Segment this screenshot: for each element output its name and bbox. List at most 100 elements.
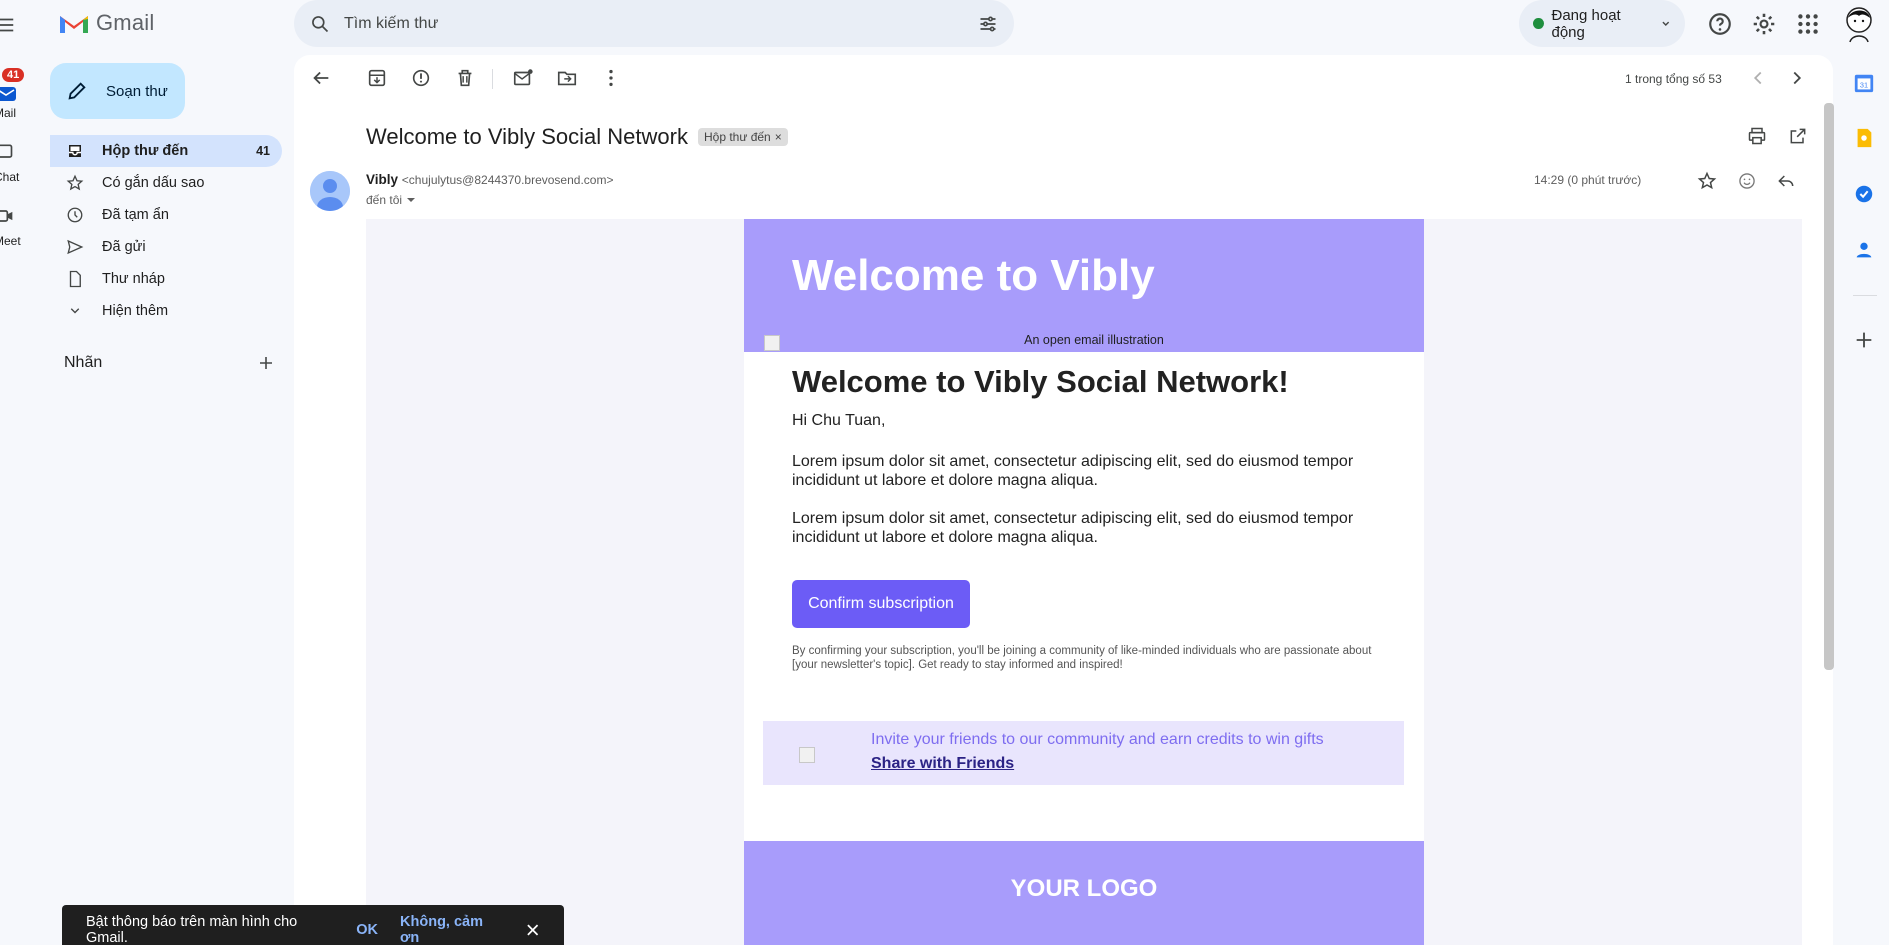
email-heading: Welcome to Vibly Social Network! bbox=[792, 364, 1289, 399]
toolbar-divider bbox=[492, 69, 493, 89]
subject-row: Welcome to Vibly Social Network Hộp thư … bbox=[366, 124, 788, 150]
next-chevron-icon[interactable] bbox=[1786, 67, 1808, 89]
scrollbar-thumb[interactable] bbox=[1824, 103, 1834, 670]
labels-section: Nhãn bbox=[64, 354, 274, 372]
prev-chevron-icon[interactable] bbox=[1747, 67, 1769, 89]
email-footer: YOUR LOGO bbox=[744, 841, 1424, 945]
hero-title: Welcome to Vibly bbox=[792, 251, 1155, 300]
mail-badge: 41 bbox=[2, 68, 25, 82]
sidebar-item-label: Đã gửi bbox=[102, 239, 146, 255]
mail-icon[interactable] bbox=[0, 82, 18, 106]
email-paragraph: Lorem ipsum dolor sit amet, consectetur … bbox=[792, 453, 1354, 489]
calendar-icon[interactable]: 31 bbox=[1853, 72, 1875, 94]
sender-avatar bbox=[310, 171, 350, 211]
sidebar-item-drafts[interactable]: Thư nháp bbox=[50, 263, 282, 295]
sidebar-item-sent[interactable]: Đã gửi bbox=[50, 231, 282, 263]
email-paragraph: Lorem ipsum dolor sit amet, consectetur … bbox=[792, 510, 1354, 546]
star-icon bbox=[66, 174, 84, 191]
sender-name[interactable]: Vibly bbox=[366, 172, 398, 187]
status-selector[interactable]: Đang hoạt động bbox=[1519, 0, 1685, 47]
keep-notes-icon[interactable] bbox=[1853, 127, 1875, 149]
tasks-icon[interactable] bbox=[1853, 183, 1875, 205]
emoji-reaction-icon[interactable] bbox=[1737, 171, 1757, 191]
app-rail: 41 Mail Chat Meet bbox=[0, 0, 38, 945]
email-content: Welcome to Vibly An open email illustrat… bbox=[744, 219, 1424, 945]
clock-icon bbox=[67, 207, 83, 223]
meet-icon[interactable] bbox=[0, 206, 14, 226]
sidebar-item-label: Có gắn dấu sao bbox=[102, 175, 205, 191]
gmail-logo-icon bbox=[60, 16, 88, 33]
sidebar-item-more[interactable]: Hiện thêm bbox=[50, 295, 282, 327]
add-plus-icon[interactable] bbox=[1853, 329, 1875, 351]
chip-close-icon[interactable]: × bbox=[775, 130, 782, 144]
more-vert-icon[interactable] bbox=[600, 67, 622, 89]
gmail-logo[interactable]: Gmail bbox=[58, 10, 154, 36]
chat-icon[interactable] bbox=[0, 142, 14, 162]
report-spam-icon[interactable] bbox=[410, 67, 432, 89]
status-dot-icon bbox=[1533, 18, 1544, 29]
inbox-count: 41 bbox=[256, 144, 270, 158]
compose-label: Soạn thư bbox=[106, 82, 168, 100]
svg-text:31: 31 bbox=[1860, 81, 1868, 90]
search-input[interactable]: Tìm kiếm thư bbox=[344, 15, 978, 33]
close-icon[interactable] bbox=[525, 922, 540, 938]
sidebar-item-label: Hộp thư đến bbox=[102, 143, 189, 159]
print-icon[interactable] bbox=[1747, 126, 1767, 146]
help-icon[interactable] bbox=[1707, 11, 1733, 37]
sidebar-item-snoozed[interactable]: Đã tạm ẩn bbox=[50, 199, 282, 231]
confirm-subscription-button[interactable]: Confirm subscription bbox=[792, 580, 970, 628]
gmail-wordmark: Gmail bbox=[96, 10, 155, 35]
send-icon bbox=[67, 239, 84, 255]
side-panel: 31 bbox=[1845, 0, 1889, 945]
message-time: 14:29 (0 phút trước) bbox=[1534, 173, 1642, 187]
invite-text: Invite your friends to our community and… bbox=[871, 731, 1324, 748]
compose-button[interactable]: Soạn thư bbox=[50, 63, 185, 119]
inbox-icon bbox=[69, 145, 81, 157]
contacts-icon[interactable] bbox=[1853, 239, 1875, 261]
subject-title: Welcome to Vibly Social Network bbox=[366, 124, 688, 149]
sidebar-item-label: Hiện thêm bbox=[102, 303, 169, 319]
search-options-icon[interactable] bbox=[978, 14, 998, 34]
label-chip[interactable]: Hộp thư đến × bbox=[697, 128, 788, 146]
search-bar[interactable]: Tìm kiếm thư bbox=[294, 0, 1014, 47]
mark-unread-icon[interactable] bbox=[512, 67, 534, 89]
sidebar-item-starred[interactable]: Có gắn dấu sao bbox=[50, 167, 282, 199]
email-fine-print: By confirming your subscription, you'll … bbox=[792, 645, 1372, 671]
chevron-down-icon bbox=[1662, 21, 1670, 26]
apps-grid-icon[interactable] bbox=[1795, 11, 1821, 37]
pencil-icon bbox=[68, 82, 86, 100]
side-panel-divider bbox=[1853, 295, 1877, 296]
draft-icon bbox=[69, 270, 81, 288]
add-label-plus-icon[interactable] bbox=[258, 355, 274, 371]
reply-icon[interactable] bbox=[1776, 171, 1796, 191]
notification-snackbar: Bật thông báo trên màn hình cho Gmail. O… bbox=[62, 905, 564, 945]
star-icon[interactable] bbox=[1697, 171, 1717, 191]
open-new-window-icon[interactable] bbox=[1788, 126, 1808, 146]
status-label: Đang hoạt động bbox=[1551, 6, 1621, 41]
caret-down-icon bbox=[407, 198, 416, 202]
snackbar-decline-button[interactable]: Không, cảm ơn bbox=[400, 914, 503, 945]
footer-logo-text: YOUR LOGO bbox=[1010, 875, 1158, 902]
delete-trash-icon[interactable] bbox=[454, 67, 476, 89]
email-greeting: Hi Chu Tuan, bbox=[792, 412, 886, 429]
snackbar-text: Bật thông báo trên màn hình cho Gmail. bbox=[86, 914, 298, 945]
recipient-label: đến tôi bbox=[366, 193, 403, 207]
archive-icon[interactable] bbox=[366, 67, 388, 89]
recipient-toggle[interactable]: đến tôi bbox=[366, 193, 416, 207]
rail-meet-label: Meet bbox=[0, 234, 21, 248]
hero-image-alt: An open email illustration bbox=[1024, 333, 1164, 347]
chevron-down-icon bbox=[70, 308, 80, 314]
settings-gear-icon[interactable] bbox=[1751, 11, 1777, 37]
sidebar-item-inbox[interactable]: Hộp thư đến 41 bbox=[50, 135, 282, 167]
sidebar-item-label: Thư nháp bbox=[102, 271, 165, 287]
snackbar-ok-button[interactable]: OK bbox=[356, 922, 378, 938]
message-toolbar: 1 trong tổng số 53 bbox=[294, 55, 1833, 103]
email-hero: Welcome to Vibly An open email illustrat… bbox=[744, 219, 1424, 352]
main-menu-icon[interactable] bbox=[0, 14, 16, 36]
back-arrow-icon[interactable] bbox=[310, 67, 332, 89]
move-to-folder-icon[interactable] bbox=[556, 67, 578, 89]
sidebar-item-label: Đã tạm ẩn bbox=[102, 207, 169, 223]
search-icon[interactable] bbox=[310, 14, 330, 34]
share-with-friends-link[interactable]: Share with Friends bbox=[871, 755, 1014, 773]
sender-email: <chujulytus@8244370.brevosend.com> bbox=[401, 173, 614, 187]
